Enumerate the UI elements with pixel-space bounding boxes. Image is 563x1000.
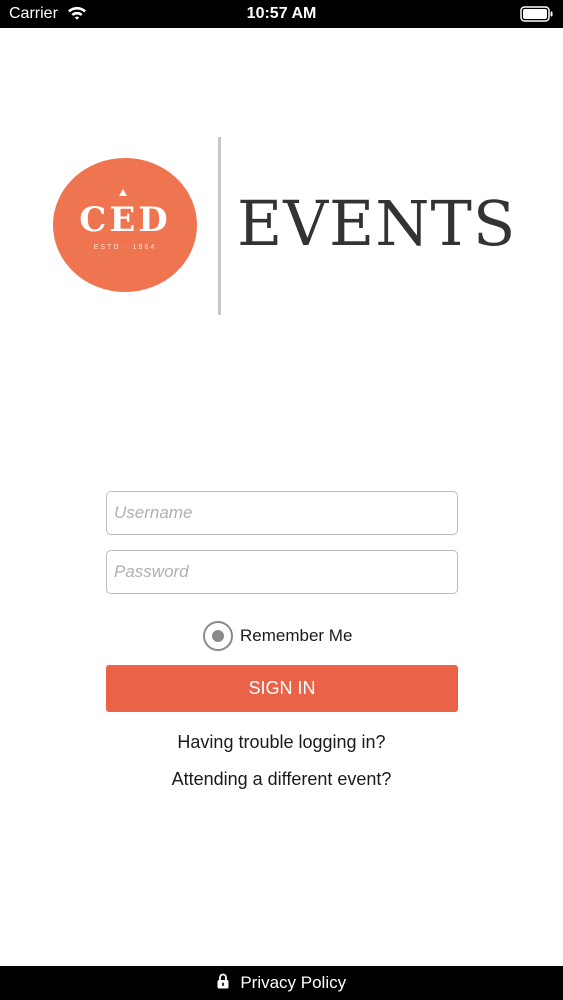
- username-field[interactable]: [106, 491, 458, 535]
- status-time: 10:57 AM: [246, 5, 317, 22]
- remember-me-radio-dot: [212, 630, 224, 642]
- remember-me-radio[interactable]: [203, 621, 233, 651]
- battery-icon: [520, 6, 553, 22]
- logo-divider: [218, 137, 221, 315]
- logo-triangle-mark: [119, 189, 127, 196]
- footer-bar: Privacy Policy: [0, 966, 563, 1000]
- different-event-link[interactable]: Attending a different event?: [0, 768, 563, 790]
- privacy-policy-label[interactable]: Privacy Policy: [240, 966, 346, 1000]
- lock-icon: [217, 973, 229, 989]
- password-field[interactable]: [106, 550, 458, 594]
- events-wordmark: EVENTS: [237, 187, 517, 260]
- remember-me-label[interactable]: Remember Me: [240, 626, 352, 646]
- privacy-policy-link[interactable]: Privacy Policy: [0, 966, 563, 1000]
- logo-letters: CED: [79, 200, 171, 240]
- ced-logo: CED ESTD · 1964: [53, 158, 197, 292]
- trouble-logging-in-link[interactable]: Having trouble logging in?: [0, 731, 563, 753]
- sign-in-button[interactable]: SIGN IN: [106, 665, 458, 712]
- logo-established-text: ESTD · 1964: [93, 244, 157, 251]
- status-bar: Carrier 10:57 AM: [0, 0, 563, 28]
